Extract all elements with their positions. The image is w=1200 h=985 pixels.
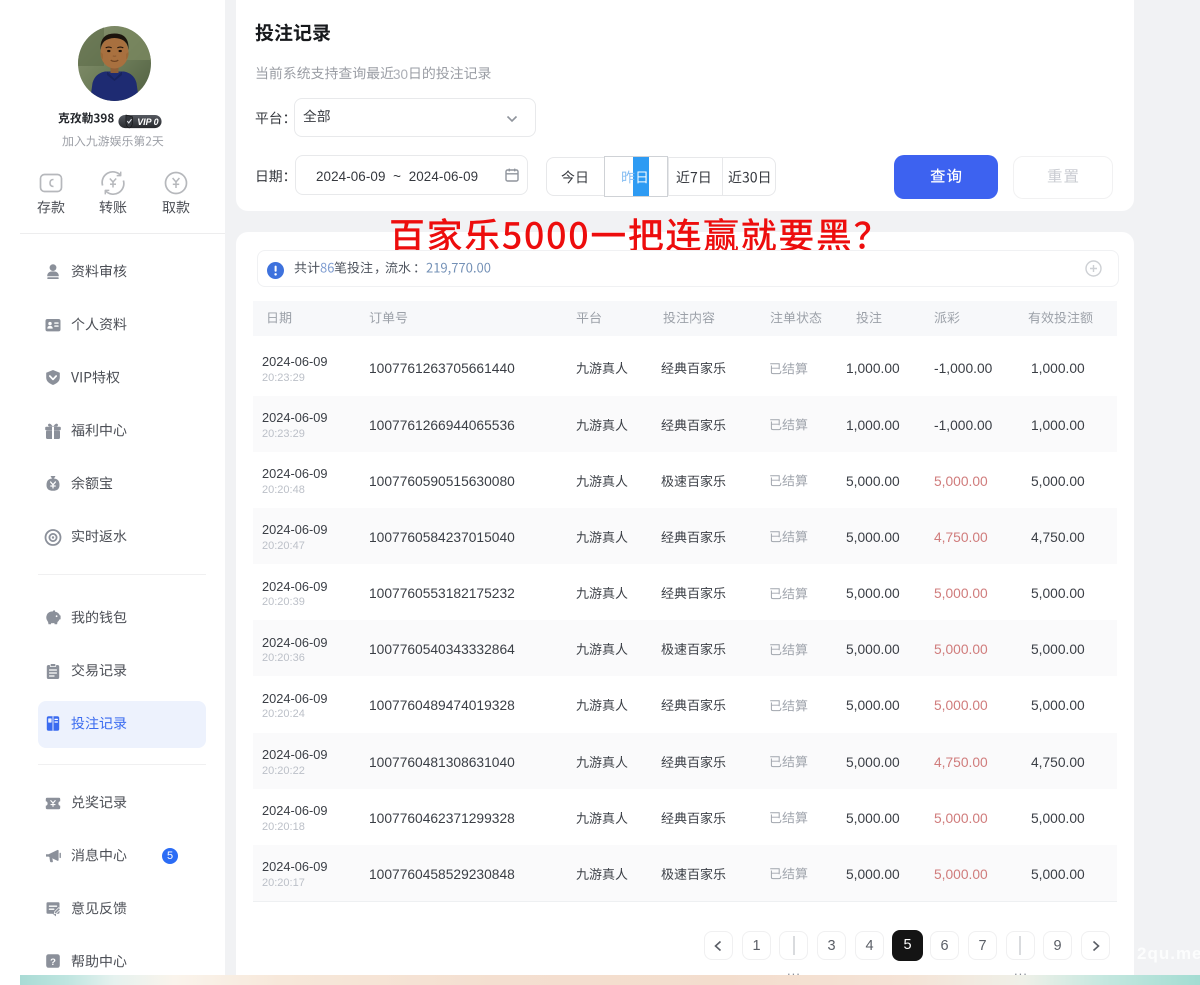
svg-text:VIP 0: VIP 0 (137, 116, 158, 126)
svg-text:?: ? (50, 957, 56, 968)
